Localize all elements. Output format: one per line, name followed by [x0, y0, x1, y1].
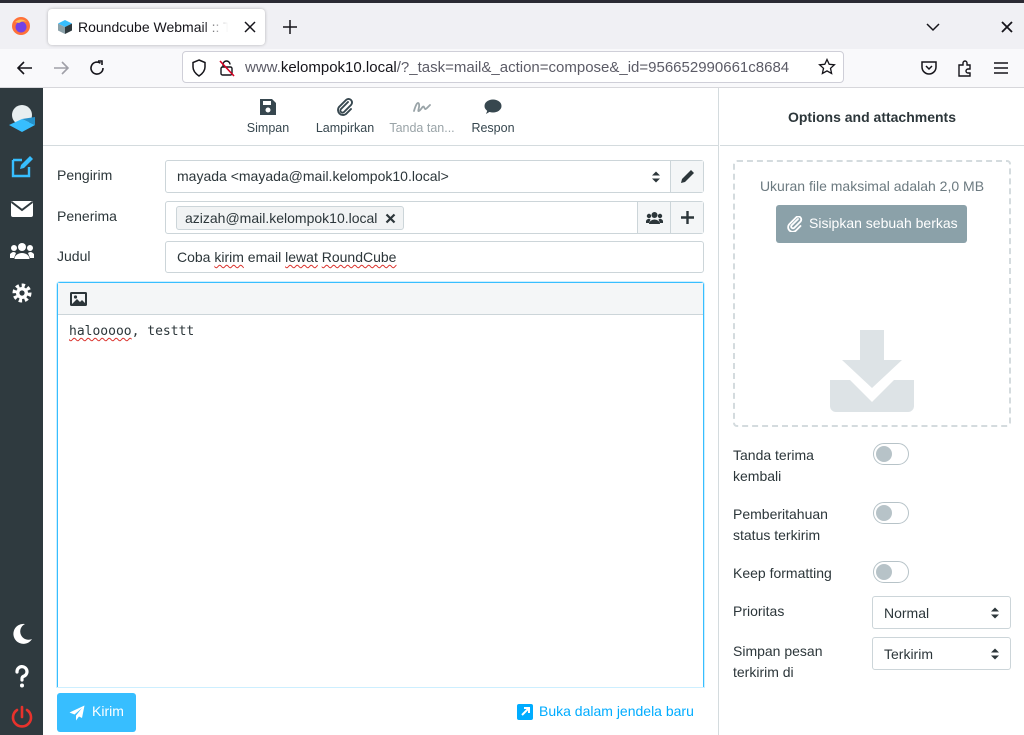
tracking-shield-icon[interactable] [191, 59, 207, 77]
select-arrows-icon [991, 607, 999, 619]
pencil-icon [681, 170, 694, 183]
settings-gear-icon[interactable] [10, 281, 34, 305]
app-sidebar [0, 88, 43, 735]
browser-tabbar: Roundcube Webmail :: Tulis [0, 0, 1024, 49]
select-arrows-icon [991, 648, 999, 660]
respond-button[interactable]: Respon [466, 88, 520, 146]
attach-file-button[interactable]: Sisipkan sebuah berkas [776, 205, 967, 243]
message-editor[interactable]: halooooo, testtt [57, 282, 704, 687]
paperclip-icon [787, 216, 803, 232]
paper-plane-icon [69, 705, 85, 721]
options-title: Options and attachments [720, 88, 1024, 146]
open-new-window-link[interactable]: Buka dalam jendela baru [517, 703, 694, 720]
options-panel: Options and attachments Ukuran file maks… [720, 88, 1024, 735]
contacts-icon[interactable] [10, 239, 34, 263]
browser-tab-roundcube[interactable]: Roundcube Webmail :: Tulis [48, 9, 265, 45]
attachment-dropzone[interactable]: Ukuran file maksimal adalah 2,0 MB Sisip… [733, 160, 1011, 427]
contacts-group-icon [646, 212, 663, 224]
roundcube-logo-icon[interactable] [8, 103, 36, 133]
insecure-lock-icon[interactable] [218, 59, 236, 77]
bookmark-star-icon[interactable] [818, 58, 836, 76]
firefox-icon[interactable] [11, 16, 31, 36]
hamburger-menu-icon[interactable] [991, 58, 1011, 78]
forward-arrow-icon[interactable] [51, 58, 71, 78]
attach-button[interactable]: Lampirkan [310, 88, 380, 146]
new-tab-icon[interactable] [281, 18, 299, 36]
pocket-icon[interactable] [919, 58, 939, 78]
compose-icon[interactable] [10, 155, 34, 179]
signature-icon [413, 101, 431, 113]
back-arrow-icon[interactable] [15, 58, 35, 78]
signature-button[interactable]: Tanda tan... [386, 88, 458, 146]
speech-bubble-icon [484, 99, 502, 114]
from-label: Pengirim [57, 167, 113, 183]
toggle-knob [876, 564, 892, 580]
roundcube-favicon-icon [58, 20, 72, 34]
chevron-down-icon[interactable] [925, 19, 941, 35]
address-book-button[interactable] [637, 202, 670, 233]
save-floppy-icon [260, 99, 276, 115]
select-arrows-icon [652, 171, 660, 183]
toggle-knob [876, 446, 892, 462]
return-receipt-label: Tanda terima kembali [733, 447, 814, 484]
add-header-button[interactable] [670, 202, 703, 233]
send-button[interactable]: Kirim [57, 693, 136, 732]
remove-recipient-icon[interactable] [385, 213, 396, 224]
save-sent-value: Terkirim [884, 646, 933, 662]
keep-formatting-label: Keep formatting [733, 565, 832, 581]
priority-select[interactable]: Normal [872, 596, 1011, 629]
external-window-icon [517, 704, 533, 720]
compose-panel: Simpan Lampirkan Tanda tan... Respon Pen… [43, 88, 719, 735]
mail-icon[interactable] [10, 197, 34, 221]
url-text: www.kelompok10.local/?_task=mail&_action… [245, 59, 790, 76]
close-tab-icon[interactable] [241, 18, 259, 36]
save-button[interactable]: Simpan [239, 88, 297, 146]
help-question-icon[interactable] [10, 664, 34, 688]
tab-title: Roundcube Webmail :: Tulis [78, 19, 228, 35]
download-tray-icon [830, 330, 914, 412]
from-select[interactable]: mayada <mayada@mail.kelompok10.local> [165, 160, 704, 193]
message-body[interactable]: halooooo, testtt [69, 324, 194, 339]
browser-navbar: www.kelompok10.local/?_task=mail&_action… [0, 49, 1024, 88]
edit-identity-button[interactable] [670, 161, 703, 192]
subject-value: Coba kirim email lewat RoundCube [177, 249, 397, 265]
max-size-hint: Ukuran file maksimal adalah 2,0 MB [759, 178, 985, 194]
address-bar[interactable]: www.kelompok10.local/?_task=mail&_action… [182, 51, 844, 83]
compose-toolbar: Simpan Lampirkan Tanda tan... Respon [43, 88, 719, 146]
priority-label: Prioritas [733, 603, 785, 619]
keep-formatting-toggle[interactable] [873, 561, 909, 583]
toggle-knob [876, 505, 892, 521]
to-field[interactable]: azizah@mail.kelompok10.local [165, 201, 704, 234]
subject-label: Judul [57, 248, 91, 264]
dsn-label: Pemberitahuan status terkirim [733, 506, 828, 543]
plus-icon [681, 211, 694, 224]
subject-input[interactable]: Coba kirim email lewat RoundCube [165, 241, 704, 273]
from-value: mayada <mayada@mail.kelompok10.local> [177, 168, 449, 184]
return-receipt-toggle[interactable] [873, 443, 909, 465]
editor-toolbar [58, 283, 703, 315]
reload-icon[interactable] [87, 58, 107, 78]
priority-value: Normal [884, 605, 930, 621]
save-sent-select[interactable]: Terkirim [872, 637, 1011, 670]
window-close-icon[interactable] [999, 19, 1015, 35]
insert-image-icon[interactable] [69, 291, 88, 307]
recipient-chip[interactable]: azizah@mail.kelompok10.local [176, 206, 405, 230]
to-label: Penerima [57, 208, 117, 224]
recipient-address: azizah@mail.kelompok10.local [185, 210, 378, 226]
logout-power-icon[interactable] [10, 705, 34, 729]
extensions-icon[interactable] [955, 58, 975, 78]
save-sent-label: Simpan pesan terkirim di [733, 643, 823, 680]
dark-mode-moon-icon[interactable] [10, 622, 34, 646]
dsn-toggle[interactable] [873, 502, 909, 524]
paperclip-icon [337, 98, 353, 116]
